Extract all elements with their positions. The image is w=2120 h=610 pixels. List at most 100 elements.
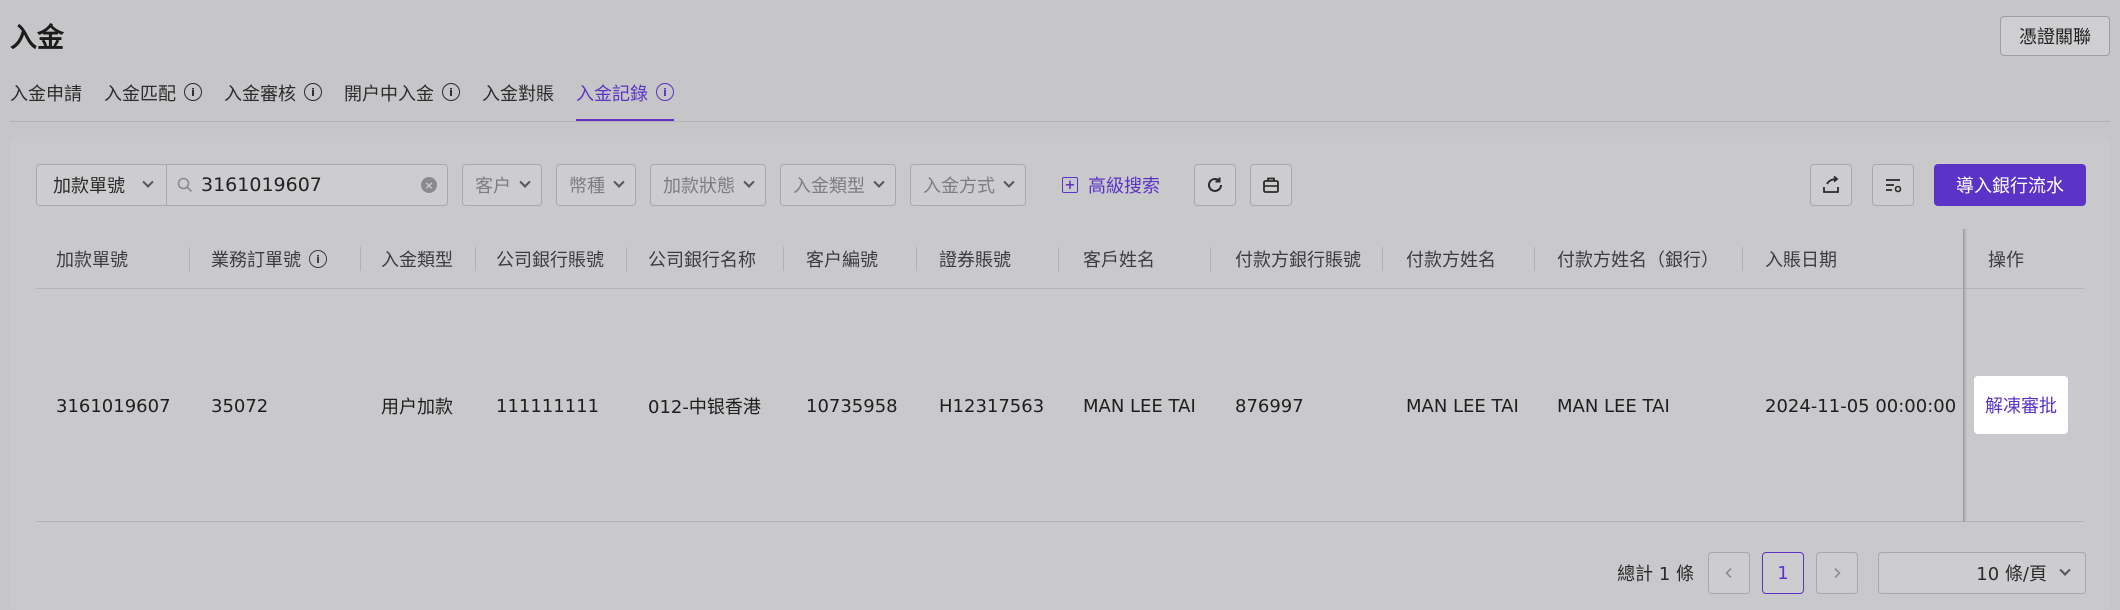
status-select[interactable]: 加款狀態 (650, 164, 766, 206)
page-title: 入金 (10, 23, 64, 54)
tab-label: 入金審核 (224, 84, 296, 105)
column-divider (783, 247, 784, 271)
briefcase-icon (1263, 177, 1279, 193)
tab-label: 入金申請 (10, 84, 82, 105)
currency-select-placeholder: 幣種 (569, 176, 605, 197)
column-divider (1534, 247, 1535, 271)
tab-label: 入金匹配 (104, 84, 176, 105)
deposit-method-placeholder: 入金方式 (923, 176, 995, 197)
column-header-order-no[interactable]: 業務訂單號 i (211, 229, 327, 289)
column-divider (360, 247, 361, 271)
chevron-down-icon (1003, 176, 1015, 188)
column-header-securities-account[interactable]: 證券賬號 (939, 229, 1011, 289)
chevron-right-icon (1834, 567, 1841, 579)
info-icon[interactable]: i (442, 83, 460, 101)
column-divider (475, 247, 476, 271)
cell-order-no: 35072 (211, 395, 269, 417)
next-page-button[interactable] (1816, 552, 1858, 594)
tab-label: 入金記錄 (576, 84, 648, 105)
column-header-company-bank-name[interactable]: 公司銀行名称 (648, 229, 756, 289)
page-number-button[interactable]: 1 (1762, 552, 1804, 594)
fixed-column-shadow (1963, 229, 1967, 522)
column-header-customer-name[interactable]: 客戶姓名 (1083, 229, 1155, 289)
column-divider (1742, 247, 1743, 271)
cell-company-bank-account: 111111111 (496, 395, 600, 417)
deposit-type-select[interactable]: 入金類型 (780, 164, 896, 206)
import-bank-statement-button[interactable]: 導入銀行流水 (1934, 164, 2086, 206)
deposit-type-placeholder: 入金類型 (793, 176, 865, 197)
chevron-down-icon (743, 176, 755, 188)
advanced-search-link[interactable]: + 高級搜索 (1062, 172, 1160, 198)
deposit-method-select[interactable]: 入金方式 (910, 164, 1026, 206)
tab-label: 開户中入金 (344, 84, 434, 105)
chevron-down-icon (2059, 564, 2071, 576)
column-divider (916, 247, 917, 271)
column-header-payer-name-bank[interactable]: 付款方姓名（銀行） (1557, 229, 1719, 289)
column-header-actions: 操作 (1988, 250, 2024, 271)
search-field-label: 加款單號 (53, 176, 125, 197)
column-header-company-bank-account[interactable]: 公司銀行賬號 (496, 229, 604, 289)
column-header-entry-date[interactable]: 入賬日期 (1765, 229, 1837, 289)
search-value: 3161019607 (201, 174, 322, 196)
cell-entry-date: 2024-11-05 00:00:00 (1765, 395, 1957, 417)
page-size-label: 10 條/頁 (1976, 564, 2047, 585)
table-header: 加款單號 業務訂單號 i 入金類型 公司銀行賬號 公司銀行名称 客户編號 證券賬… (36, 229, 2084, 289)
column-settings-button[interactable] (1872, 164, 1914, 206)
cell-company-bank-name: 012-中银香港 (648, 397, 761, 418)
cell-customer-no: 10735958 (806, 395, 898, 417)
column-divider (1382, 247, 1383, 271)
tab-deposit-records[interactable]: 入金記錄 i (576, 76, 674, 122)
column-header-customer-no[interactable]: 客户編號 (806, 229, 878, 289)
search-field-select[interactable]: 加款單號 (37, 165, 167, 205)
tab-deposit-application[interactable]: 入金申請 (10, 76, 82, 122)
plus-square-icon: + (1062, 177, 1078, 193)
column-divider (1210, 247, 1211, 271)
prev-page-button[interactable] (1708, 552, 1750, 594)
tab-bar: 入金申請 入金匹配 i 入金審核 i 開户中入金 i 入金對賬 入金記錄 i (10, 76, 674, 122)
column-header-payer-bank-account[interactable]: 付款方銀行賬號 (1235, 229, 1361, 289)
column-header-deposit-type[interactable]: 入金類型 (381, 229, 453, 289)
tab-deposit-matching[interactable]: 入金匹配 i (104, 76, 202, 122)
tabs-divider (10, 121, 2110, 122)
search-combo: 加款單號 3161019607 × (36, 164, 448, 206)
column-divider (626, 247, 627, 271)
info-icon[interactable]: i (656, 83, 674, 101)
column-divider (1058, 247, 1059, 271)
column-header-deposit-no[interactable]: 加款單號 (56, 229, 128, 289)
chevron-left-icon (1725, 567, 1732, 579)
search-input[interactable]: 3161019607 × (167, 165, 447, 205)
cell-payer-name-bank: MAN LEE TAI (1557, 395, 1670, 417)
total-count: 總計 1 條 (1617, 564, 1694, 585)
customer-select-placeholder: 客户 (475, 176, 511, 197)
table-row: 3161019607 35072 用户加款 111111111 012-中银香港… (36, 290, 2084, 522)
tab-deposit-reconciliation[interactable]: 入金對賬 (482, 76, 554, 122)
filter-bar: 加款單號 3161019607 × 客户 幣種 加款狀態 入金類型 入金方式 +… (36, 164, 1292, 206)
pagination: 總計 1 條 1 10 條/頁 (1617, 552, 2086, 594)
tab-deposit-review[interactable]: 入金審核 i (224, 76, 322, 122)
tab-label: 入金對賬 (482, 84, 554, 105)
status-select-placeholder: 加款狀態 (663, 176, 735, 197)
table-toolbar: 導入銀行流水 (1810, 164, 2086, 206)
voucher-link-button[interactable]: 憑證關聯 (2000, 16, 2110, 56)
info-icon[interactable]: i (304, 83, 322, 101)
briefcase-button[interactable] (1250, 164, 1292, 206)
chevron-down-icon (873, 176, 885, 188)
unfreeze-approval-link[interactable]: 解凍審批 (1974, 376, 2068, 434)
clear-icon[interactable]: × (421, 177, 437, 193)
cell-customer-name: MAN LEE TAI (1083, 395, 1196, 417)
refresh-icon (1208, 177, 1222, 192)
export-icon (1823, 175, 1839, 193)
column-header-label: 業務訂單號 (211, 250, 301, 271)
column-header-payer-name[interactable]: 付款方姓名 (1406, 229, 1496, 289)
tab-deposit-during-account-opening[interactable]: 開户中入金 i (344, 76, 460, 122)
customer-select[interactable]: 客户 (462, 164, 542, 206)
info-icon[interactable]: i (309, 250, 327, 268)
cell-deposit-type: 用户加款 (381, 397, 453, 418)
page-size-select[interactable]: 10 條/頁 (1878, 552, 2086, 594)
info-icon[interactable]: i (184, 83, 202, 101)
cell-payer-name: MAN LEE TAI (1406, 395, 1519, 417)
deposit-page: 入金 憑證關聯 入金申請 入金匹配 i 入金審核 i 開户中入金 i 入金對賬 … (0, 0, 2120, 610)
currency-select[interactable]: 幣種 (556, 164, 636, 206)
export-button[interactable] (1810, 164, 1852, 206)
refresh-button[interactable] (1194, 164, 1236, 206)
